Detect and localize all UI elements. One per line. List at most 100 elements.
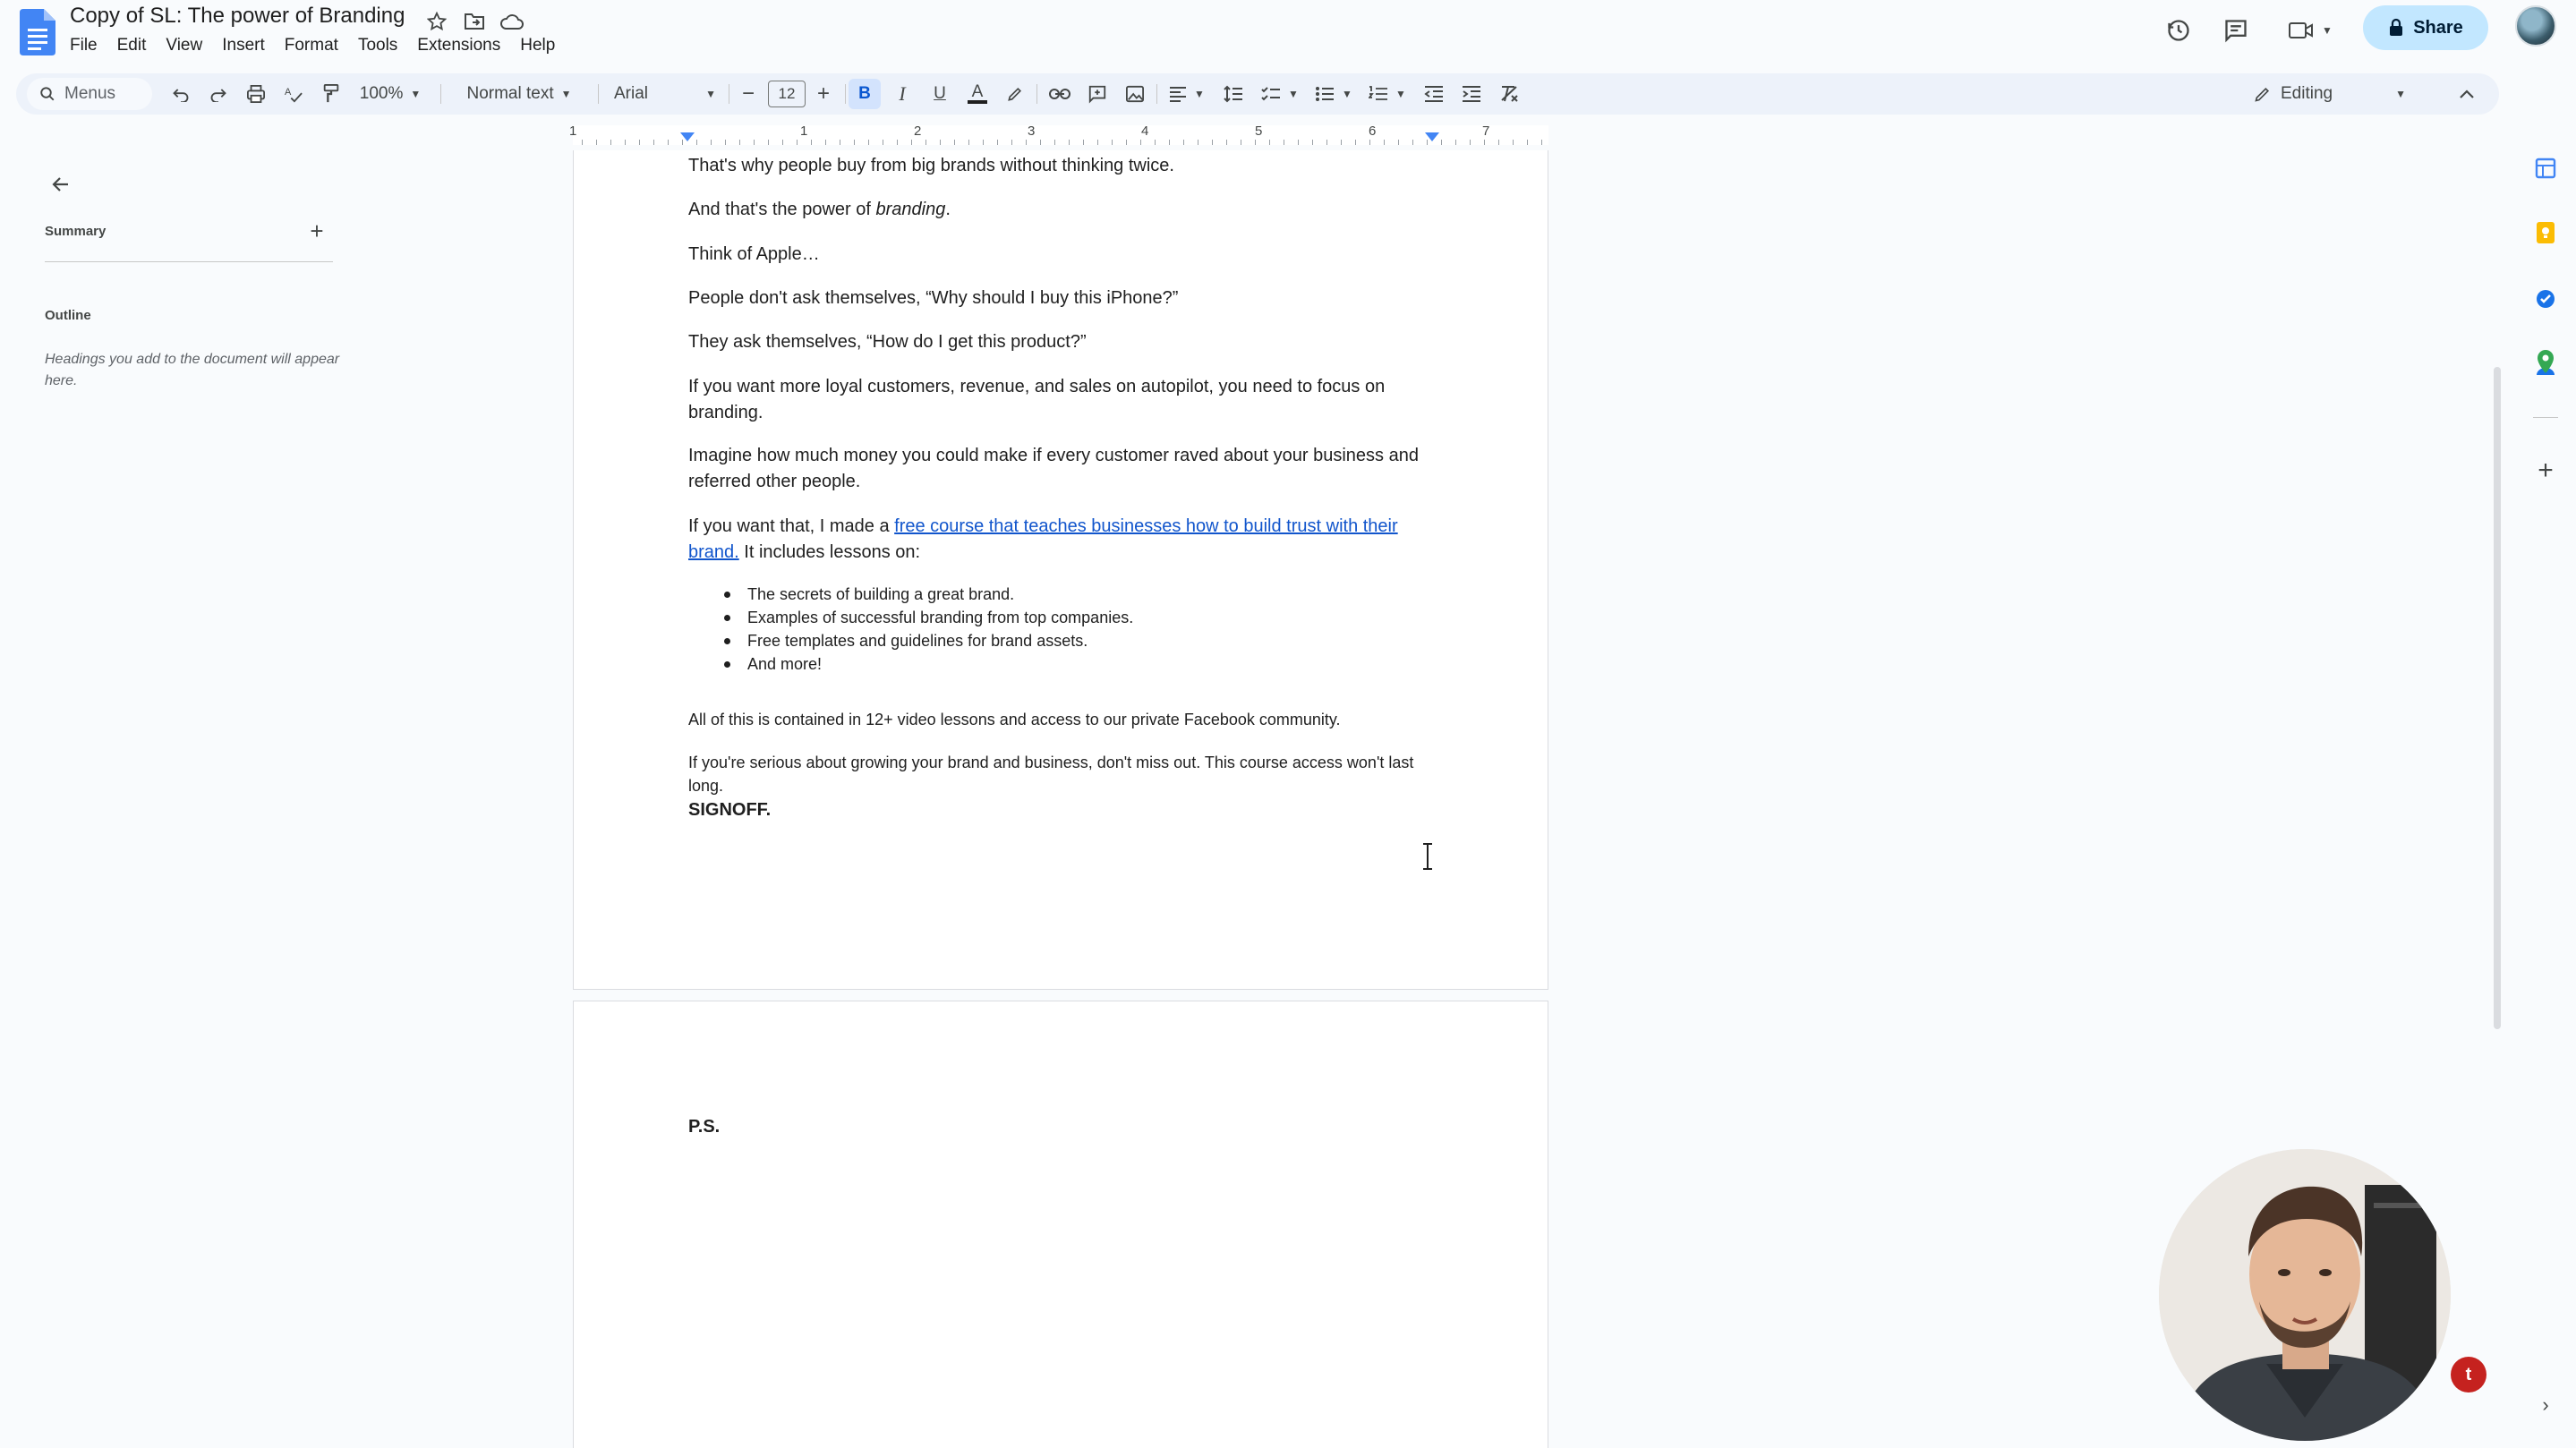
vertical-scrollbar[interactable] xyxy=(2494,367,2501,1029)
numbered-list-select[interactable]: ▼ xyxy=(1362,73,1412,115)
redo-icon[interactable] xyxy=(200,73,236,115)
paragraph[interactable]: That's why people buy from big brands wi… xyxy=(688,153,1435,179)
text-color-button[interactable]: A xyxy=(961,73,994,115)
avatar[interactable] xyxy=(2515,5,2556,47)
comments-icon[interactable] xyxy=(2218,13,2254,48)
editing-mode-select[interactable]: Editing ▼ xyxy=(2254,73,2433,115)
paragraph-style-select[interactable]: Normal text ▼ xyxy=(449,73,589,115)
font-size-input[interactable]: 12 xyxy=(768,81,806,107)
decrease-font-size-button[interactable]: − xyxy=(732,73,764,115)
insert-link-icon[interactable] xyxy=(1042,73,1078,115)
ruler[interactable]: 1 1 2 3 4 5 6 7 xyxy=(0,122,2497,149)
font-family-value: Arial xyxy=(614,84,649,103)
undo-icon[interactable] xyxy=(163,73,199,115)
checklist-select[interactable]: ▼ xyxy=(1255,73,1305,115)
document-page[interactable]: That's why people buy from big brands wi… xyxy=(573,150,1548,990)
menu-help[interactable]: Help xyxy=(520,34,562,57)
ruler-number: 2 xyxy=(914,124,922,139)
ps-paragraph[interactable]: P.S. xyxy=(688,1114,1435,1140)
menu-format[interactable]: Format xyxy=(285,34,345,57)
insert-image-icon[interactable] xyxy=(1117,73,1153,115)
zoom-select[interactable]: 100% ▼ xyxy=(349,73,431,115)
expand-panel-icon[interactable]: › xyxy=(2526,1385,2565,1425)
insert-comment-icon[interactable] xyxy=(1079,73,1115,115)
increase-font-size-button[interactable]: + xyxy=(807,73,840,115)
maps-icon[interactable] xyxy=(2526,342,2565,381)
list-item[interactable]: The secrets of building a great brand. xyxy=(724,583,1404,606)
paragraph[interactable]: Think of Apple… xyxy=(688,242,1435,268)
pencil-icon xyxy=(2255,87,2270,102)
clear-formatting-icon[interactable] xyxy=(1491,73,1527,115)
keep-icon[interactable] xyxy=(2526,213,2565,252)
highlight-icon[interactable] xyxy=(999,73,1031,115)
ruler-tick xyxy=(610,140,611,145)
share-button[interactable]: Share xyxy=(2363,5,2488,50)
paragraph[interactable]: If you're serious about growing your bra… xyxy=(688,751,1435,797)
bold-button[interactable]: B xyxy=(849,79,881,109)
menu-tools[interactable]: Tools xyxy=(358,34,405,57)
sheets-icon[interactable] xyxy=(2526,149,2565,188)
recording-badge-icon[interactable]: t xyxy=(2451,1357,2486,1393)
bulleted-list[interactable]: The secrets of building a great brand. E… xyxy=(724,583,1404,676)
ruler-tick xyxy=(1455,140,1456,145)
ruler-tick xyxy=(1484,140,1485,145)
paragraph[interactable]: If you want more loyal customers, revenu… xyxy=(688,374,1435,426)
bulleted-list-icon xyxy=(1316,87,1335,101)
left-indent-marker[interactable] xyxy=(680,132,695,141)
side-panel-rail: + › xyxy=(2517,72,2576,1448)
toolbar: Menus A 100% ▼ Normal text ▼ Arial ▼ − 1… xyxy=(16,73,2499,115)
spellcheck-icon[interactable]: A xyxy=(276,73,311,115)
italic-button[interactable]: I xyxy=(886,73,918,115)
align-select[interactable]: ▼ xyxy=(1162,73,1212,115)
italic-text: branding xyxy=(875,200,946,219)
menu-insert[interactable]: Insert xyxy=(222,34,272,57)
paint-format-icon[interactable] xyxy=(313,73,349,115)
ruler-tick xyxy=(1527,140,1528,145)
ruler-tick xyxy=(1183,140,1184,145)
paragraph[interactable]: They ask themselves, “How do I get this … xyxy=(688,329,1435,355)
ruler-tick xyxy=(897,140,898,145)
paragraph-text: It includes lessons on: xyxy=(738,542,921,562)
ruler-tick xyxy=(925,140,926,145)
move-folder-icon[interactable] xyxy=(460,7,489,36)
paragraph[interactable]: Imagine how much money you could make if… xyxy=(688,443,1435,495)
signoff-paragraph[interactable]: SIGNOFF. xyxy=(688,797,1435,823)
print-icon[interactable] xyxy=(238,73,274,115)
list-item[interactable]: Examples of successful branding from top… xyxy=(724,606,1404,629)
paragraph[interactable]: People don't ask themselves, “Why should… xyxy=(688,285,1435,311)
document-canvas[interactable]: That's why people buy from big brands wi… xyxy=(0,150,2497,1448)
add-addon-button[interactable]: + xyxy=(2526,451,2565,490)
paragraph[interactable]: All of this is contained in 12+ video le… xyxy=(688,708,1435,731)
menu-extensions[interactable]: Extensions xyxy=(417,34,508,57)
paragraph[interactable]: And that's the power of branding. xyxy=(688,197,1435,223)
list-item[interactable]: Free templates and guidelines for brand … xyxy=(724,629,1404,652)
paragraph[interactable]: If you want that, I made a free course t… xyxy=(688,514,1435,566)
ruler-tick xyxy=(625,140,626,145)
underline-button[interactable]: U xyxy=(924,73,956,115)
menu-file[interactable]: File xyxy=(70,34,105,57)
menu-view[interactable]: View xyxy=(166,34,209,57)
right-indent-marker[interactable] xyxy=(1425,132,1439,141)
ruler-tick xyxy=(1412,140,1413,145)
hide-menus-icon[interactable] xyxy=(2449,73,2485,115)
chevron-down-icon: ▼ xyxy=(2395,88,2406,100)
version-history-icon[interactable] xyxy=(2161,13,2196,48)
meet-button[interactable]: ▼ xyxy=(2281,13,2340,48)
editing-mode-label: Editing xyxy=(2281,84,2333,103)
search-menus-input[interactable]: Menus xyxy=(27,78,152,110)
document-title[interactable]: Copy of SL: The power of Branding xyxy=(70,4,405,29)
line-spacing-icon[interactable] xyxy=(1215,73,1251,115)
rail-divider xyxy=(2533,417,2558,418)
decrease-indent-icon[interactable] xyxy=(1416,73,1452,115)
increase-indent-icon[interactable] xyxy=(1454,73,1489,115)
document-page[interactable]: P.S. xyxy=(573,1001,1548,1448)
list-item[interactable]: And more! xyxy=(724,652,1404,676)
ruler-tick xyxy=(797,140,798,145)
menu-edit[interactable]: Edit xyxy=(117,34,154,57)
star-icon[interactable] xyxy=(422,7,451,36)
tasks-icon[interactable] xyxy=(2526,279,2565,319)
docs-logo-icon[interactable] xyxy=(20,9,55,55)
cloud-saved-icon[interactable] xyxy=(498,7,526,36)
bulleted-list-select[interactable]: ▼ xyxy=(1309,73,1359,115)
font-family-select[interactable]: Arial ▼ xyxy=(607,73,723,115)
